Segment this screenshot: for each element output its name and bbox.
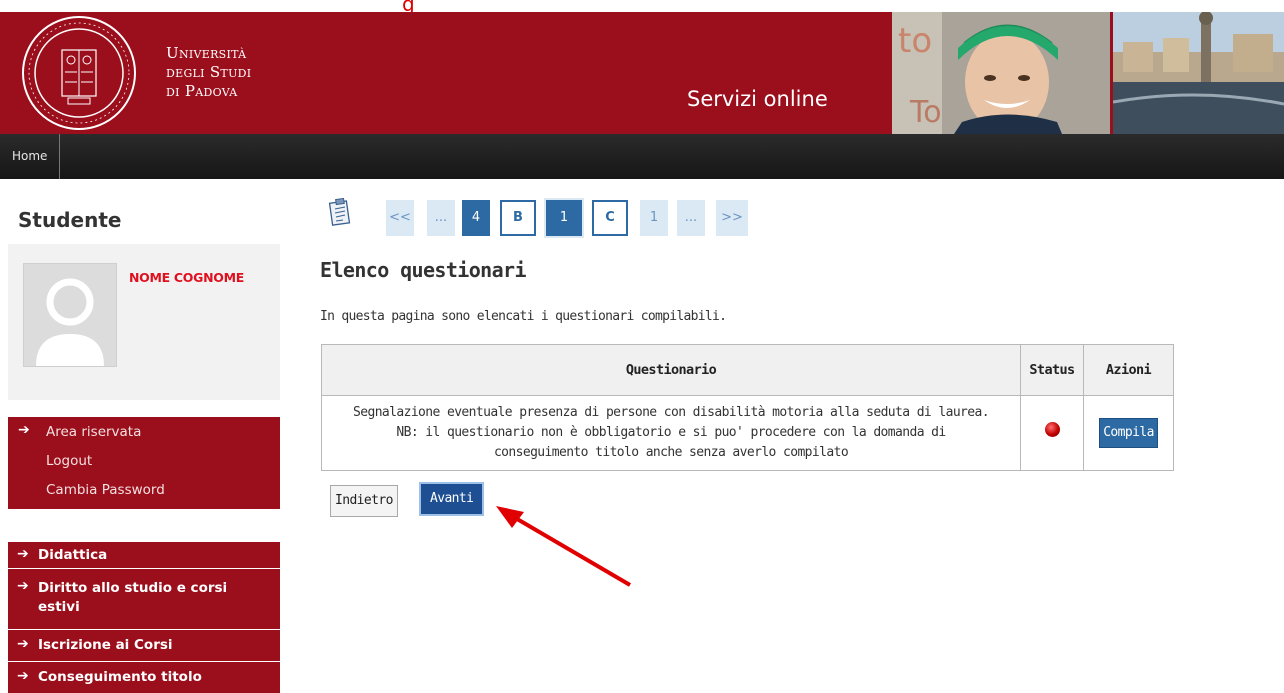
svg-text:to: to — [898, 21, 932, 61]
change-password-link[interactable]: Cambia Password — [46, 482, 165, 498]
sidebar-item-iscrizione[interactable]: ➔ Iscrizione ai Corsi — [8, 630, 280, 662]
user-name: NOME COGNOME — [129, 270, 244, 285]
pager-step[interactable]: C — [592, 200, 628, 236]
student-photo-banner: to To — [892, 12, 1110, 134]
page-description: In questa pagina sono elencati i questio… — [320, 309, 727, 324]
questionario-text-line: Segnalazione eventuale presenza di perso… — [353, 405, 990, 420]
questionario-text-line: conseguimento titolo anche senza averlo … — [493, 445, 849, 460]
arrow-right-icon: ➔ — [17, 546, 29, 562]
pager-ellipsis: ... — [427, 200, 455, 236]
sidebar-title: Studente — [18, 208, 122, 232]
arrow-right-icon: ➔ — [17, 668, 29, 684]
user-card: NOME COGNOME — [8, 244, 280, 400]
nav-home-link[interactable]: Home — [0, 134, 61, 179]
area-riservata-link[interactable]: Area riservata — [46, 424, 141, 440]
top-nav-bar: Home — [0, 134, 1284, 179]
pager-step[interactable]: 4 — [462, 200, 490, 236]
university-seal-logo[interactable] — [20, 14, 138, 132]
column-header-questionario: Questionario — [321, 344, 1021, 396]
questionnaire-clipboard-icon — [328, 198, 351, 226]
page-title: Elenco questionari — [320, 258, 527, 282]
sidebar-item-label: Iscrizione ai Corsi — [38, 637, 173, 653]
pager-step[interactable]: 1 — [640, 200, 668, 236]
sidebar-item-diritto-studio[interactable]: ➔ Diritto allo studio e corsi estivi — [8, 569, 280, 630]
pager-step[interactable]: B — [500, 200, 536, 236]
pager-current-step[interactable]: 1 — [546, 200, 582, 236]
user-silhouette-icon — [36, 278, 104, 366]
arrow-right-icon: ➔ — [17, 578, 29, 594]
actions-cell: Compila — [1083, 395, 1174, 471]
status-red-dot-icon — [1044, 422, 1060, 437]
table-header-row: Questionario Status Azioni — [321, 344, 1174, 396]
questionnaire-table: Questionario Status Azioni Segnalazione … — [321, 344, 1174, 471]
arrow-right-icon: ➔ — [17, 636, 29, 652]
sidebar-item-label: Conseguimento titolo — [38, 669, 202, 685]
table-row: Segnalazione eventuale presenza di perso… — [321, 395, 1174, 471]
reserved-area-box: ➔ Area riservata Logout Cambia Password — [8, 417, 280, 509]
annotation-arrow-icon — [496, 506, 632, 587]
university-name-line: di Padova — [166, 82, 238, 100]
column-header-azioni: Azioni — [1083, 344, 1174, 396]
svg-text:To: To — [909, 95, 942, 130]
back-button[interactable]: Indietro — [330, 485, 398, 517]
service-title: Servizi online — [687, 87, 828, 111]
university-name[interactable]: Università degli Studi di Padova — [166, 44, 251, 101]
pager-ellipsis: ... — [677, 200, 705, 236]
sidebar-item-label: Didattica — [38, 547, 108, 563]
site-header: Università degli Studi di Padova Servizi… — [0, 12, 1284, 134]
status-cell — [1020, 395, 1084, 471]
logout-link[interactable]: Logout — [46, 453, 92, 469]
sidebar-item-didattica[interactable]: ➔ Didattica — [8, 542, 280, 569]
pager-last[interactable]: >> — [716, 200, 748, 236]
column-header-status: Status — [1020, 344, 1084, 396]
university-name-line: Università — [166, 44, 247, 62]
next-button[interactable]: Avanti — [419, 482, 485, 516]
pager-first[interactable]: << — [386, 200, 414, 236]
sidebar-item-conseguimento[interactable]: ➔ Conseguimento titolo — [8, 662, 280, 693]
compila-button[interactable]: Compila — [1099, 418, 1158, 448]
city-photo-banner — [1113, 12, 1284, 134]
arrow-right-icon: ➔ — [18, 422, 30, 438]
avatar — [23, 263, 117, 367]
questionario-text-line: NB: il questionario non è obbligatorio e… — [396, 425, 946, 440]
university-name-line: degli Studi — [166, 63, 252, 81]
sidebar-item-label: Diritto allo studio e corsi estivi — [38, 580, 228, 615]
questionario-cell: Segnalazione eventuale presenza di perso… — [321, 395, 1021, 471]
